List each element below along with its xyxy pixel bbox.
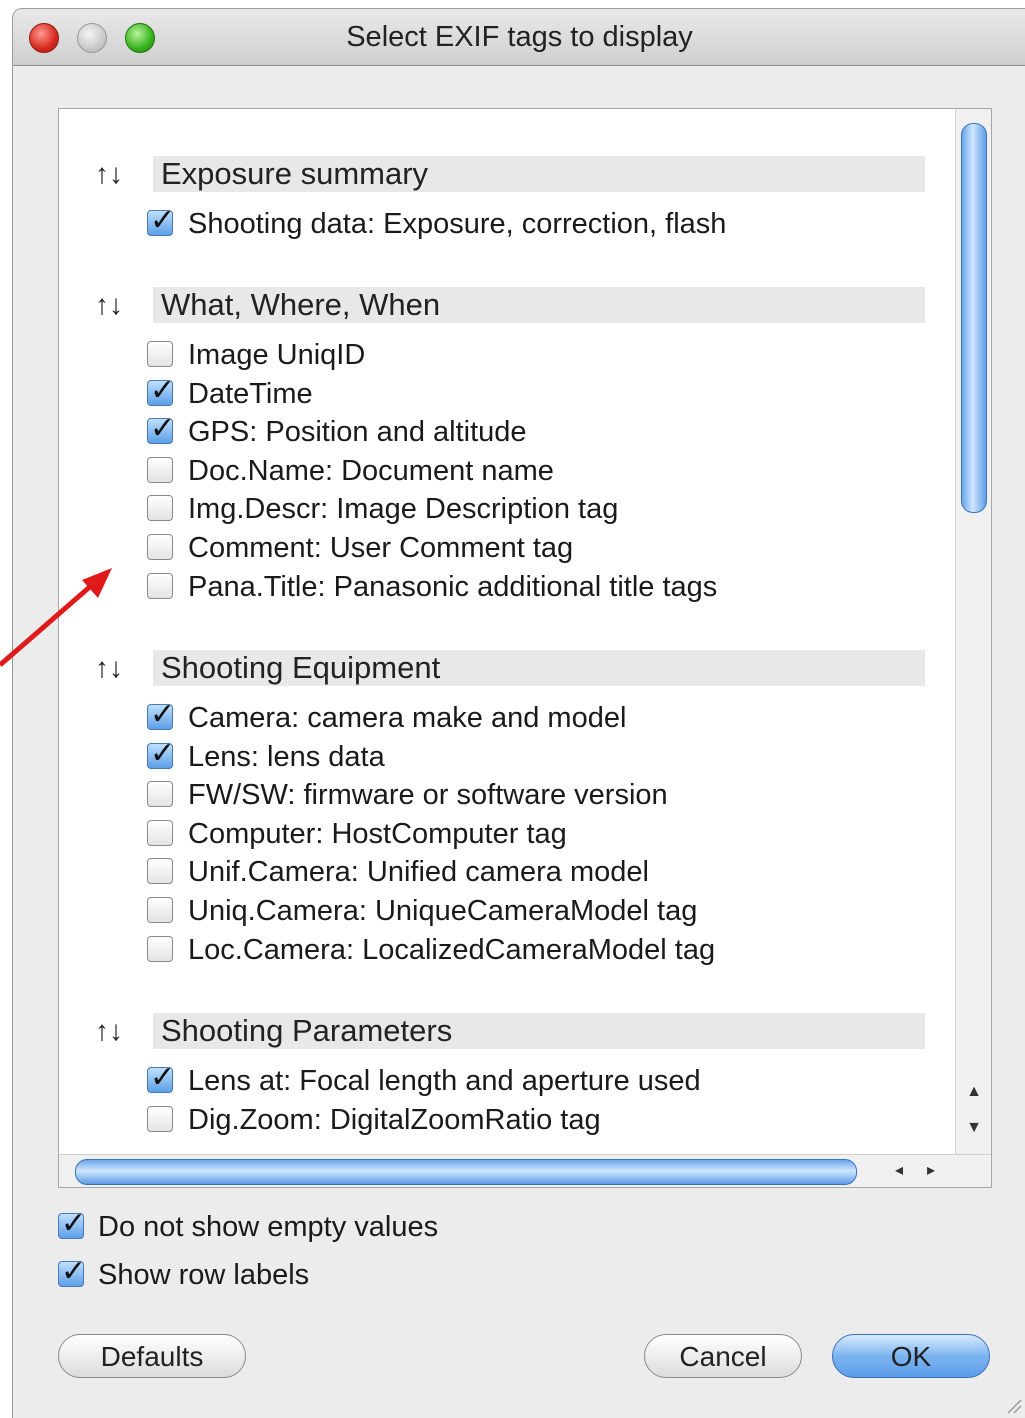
- tag-list-item[interactable]: ✓ Lens: lens data: [147, 736, 927, 777]
- exif-tag-list[interactable]: ↑↓ Exposure summary ✓ Shooting data: Exposu…: [58, 108, 992, 1188]
- scroll-left-arrow-icon[interactable]: ◂: [887, 1159, 911, 1183]
- section-title: What, Where, When: [161, 287, 441, 322]
- tag-label: Pana.Title: Panasonic additional title t…: [188, 570, 718, 603]
- tag-label: GPS: Position and altitude: [188, 416, 527, 449]
- tag-list-item[interactable]: ✓ GPS: Position and altitude: [147, 411, 927, 452]
- option-hide-empty-values[interactable]: ✓ Do not show empty values: [58, 1206, 658, 1245]
- checkmark-icon: ✓: [61, 1254, 87, 1289]
- tag-label: Lens at: Focal length and aperture used: [188, 1065, 701, 1097]
- section-title: Shooting Parameters: [161, 1013, 453, 1048]
- checkbox[interactable]: [147, 781, 173, 808]
- tag-list-item[interactable]: Loc.Camera: LocalizedCameraModel tag: [147, 932, 927, 970]
- checkbox[interactable]: [147, 1105, 173, 1132]
- checkbox[interactable]: [147, 572, 173, 599]
- checkmark-icon: ✓: [150, 203, 176, 238]
- checkbox[interactable]: ✓: [147, 1060, 175, 1095]
- tag-label: DateTime: [188, 377, 313, 410]
- checkmark-icon: ✓: [150, 372, 176, 408]
- option-label: Show row labels: [98, 1259, 310, 1291]
- scroll-up-arrow-icon[interactable]: ▲: [960, 1083, 988, 1107]
- section-header: ↑↓ Shooting Parameters: [59, 1011, 959, 1051]
- tag-label: Unif.Camera: Unified camera model: [188, 856, 649, 889]
- section-title: Exposure summary: [161, 156, 429, 191]
- reorder-arrows-icon[interactable]: ↑↓: [95, 285, 123, 325]
- checkbox[interactable]: ✓: [147, 411, 175, 446]
- checkmark-icon: ✓: [150, 1060, 176, 1095]
- tag-list-item[interactable]: Img.Descr: Image Description tag: [147, 491, 927, 529]
- checkbox[interactable]: [147, 819, 173, 846]
- tag-label: FW/SW: firmware or software version: [188, 779, 668, 812]
- checkbox[interactable]: ✓: [58, 1206, 86, 1241]
- horizontal-scrollbar[interactable]: ◂ ▸: [59, 1154, 991, 1187]
- tag-list-item[interactable]: Dig.Zoom: DigitalZoomRatio tag: [147, 1102, 927, 1140]
- checkbox[interactable]: ✓: [147, 203, 175, 238]
- tag-label: Doc.Name: Document name: [188, 454, 554, 487]
- option-show-row-labels[interactable]: ✓ Show row labels: [58, 1254, 658, 1293]
- tag-list-item[interactable]: Comment: User Comment tag: [147, 530, 927, 568]
- section-title: Shooting Equipment: [161, 650, 441, 685]
- tag-label: Uniq.Camera: UniqueCameraModel tag: [188, 895, 698, 927]
- checkbox[interactable]: [147, 456, 173, 483]
- checkbox[interactable]: [147, 341, 173, 367]
- checkbox[interactable]: [147, 495, 173, 522]
- tag-list-item[interactable]: ✓ Lens at: Focal length and aperture used: [147, 1060, 927, 1101]
- checkbox[interactable]: ✓: [147, 736, 175, 771]
- checkbox[interactable]: ✓: [58, 1254, 86, 1289]
- scroll-right-arrow-icon[interactable]: ▸: [919, 1159, 943, 1183]
- tag-label: Image UniqID: [188, 339, 366, 371]
- tag-list-item[interactable]: FW/SW: firmware or software version: [147, 777, 927, 815]
- reorder-arrows-icon[interactable]: ↑↓: [95, 154, 123, 194]
- vertical-scroll-thumb[interactable]: [961, 123, 987, 513]
- checkbox[interactable]: [147, 534, 173, 560]
- tag-label: Camera: camera make and model: [188, 702, 627, 734]
- checkbox[interactable]: [147, 935, 173, 962]
- scroll-down-arrow-icon[interactable]: ▼: [960, 1119, 988, 1143]
- checkbox[interactable]: [147, 897, 173, 923]
- tag-list-item[interactable]: Unif.Camera: Unified camera model: [147, 854, 927, 892]
- annotation-arrow-icon: [0, 568, 112, 667]
- checkmark-icon: ✓: [150, 697, 176, 732]
- tag-label: Loc.Camera: LocalizedCameraModel tag: [188, 933, 716, 966]
- checkbox[interactable]: ✓: [147, 373, 175, 408]
- tag-list-item[interactable]: ✓ DateTime: [147, 373, 927, 414]
- window-title: Select EXIF tags to display: [346, 21, 693, 53]
- tag-list-item[interactable]: Pana.Title: Panasonic additional title t…: [147, 569, 927, 607]
- tag-label: Lens: lens data: [188, 740, 385, 773]
- checkbox[interactable]: [147, 858, 173, 885]
- tag-list-item[interactable]: Computer: HostComputer tag: [147, 816, 927, 854]
- dialog-window: Select EXIF tags to display ↑↓ Exposure s…: [12, 8, 1025, 1418]
- checkmark-icon: ✓: [150, 411, 176, 447]
- tag-label: Comment: User Comment tag: [188, 532, 574, 564]
- section-header: ↑↓ Exposure summary: [59, 154, 959, 194]
- tag-label: Computer: HostComputer tag: [188, 817, 567, 850]
- section-header: ↑↓ Shooting Equipment: [59, 648, 959, 688]
- resize-grip-icon[interactable]: [1004, 1396, 1022, 1414]
- vertical-scrollbar[interactable]: ▲ ▼: [955, 109, 991, 1165]
- tag-label: Img.Descr: Image Description tag: [188, 493, 619, 526]
- reorder-arrows-icon[interactable]: ↑↓: [95, 1011, 123, 1051]
- cancel-button[interactable]: Cancel: [644, 1334, 802, 1378]
- horizontal-scroll-thumb[interactable]: [75, 1159, 857, 1185]
- checkbox[interactable]: ✓: [147, 697, 175, 732]
- tag-label: Shooting data: Exposure, correction, fla…: [188, 208, 727, 240]
- ok-button[interactable]: OK: [832, 1334, 990, 1378]
- tag-list-item[interactable]: Uniq.Camera: UniqueCameraModel tag: [147, 893, 927, 931]
- tag-list-item[interactable]: Doc.Name: Document name: [147, 453, 927, 491]
- defaults-button[interactable]: Defaults: [58, 1334, 246, 1378]
- section-header: ↑↓ What, Where, When: [59, 285, 959, 325]
- tag-list-item[interactable]: Image UniqID: [147, 337, 927, 375]
- tag-list-item[interactable]: ✓ Camera: camera make and model: [147, 697, 927, 738]
- title-bar[interactable]: Select EXIF tags to display: [13, 9, 1025, 66]
- tag-label: Dig.Zoom: DigitalZoomRatio tag: [188, 1103, 601, 1136]
- checkmark-icon: ✓: [61, 1206, 87, 1241]
- option-label: Do not show empty values: [98, 1211, 439, 1243]
- checkmark-icon: ✓: [150, 735, 176, 771]
- tag-list-item[interactable]: ✓ Shooting data: Exposure, correction, fl…: [147, 203, 927, 244]
